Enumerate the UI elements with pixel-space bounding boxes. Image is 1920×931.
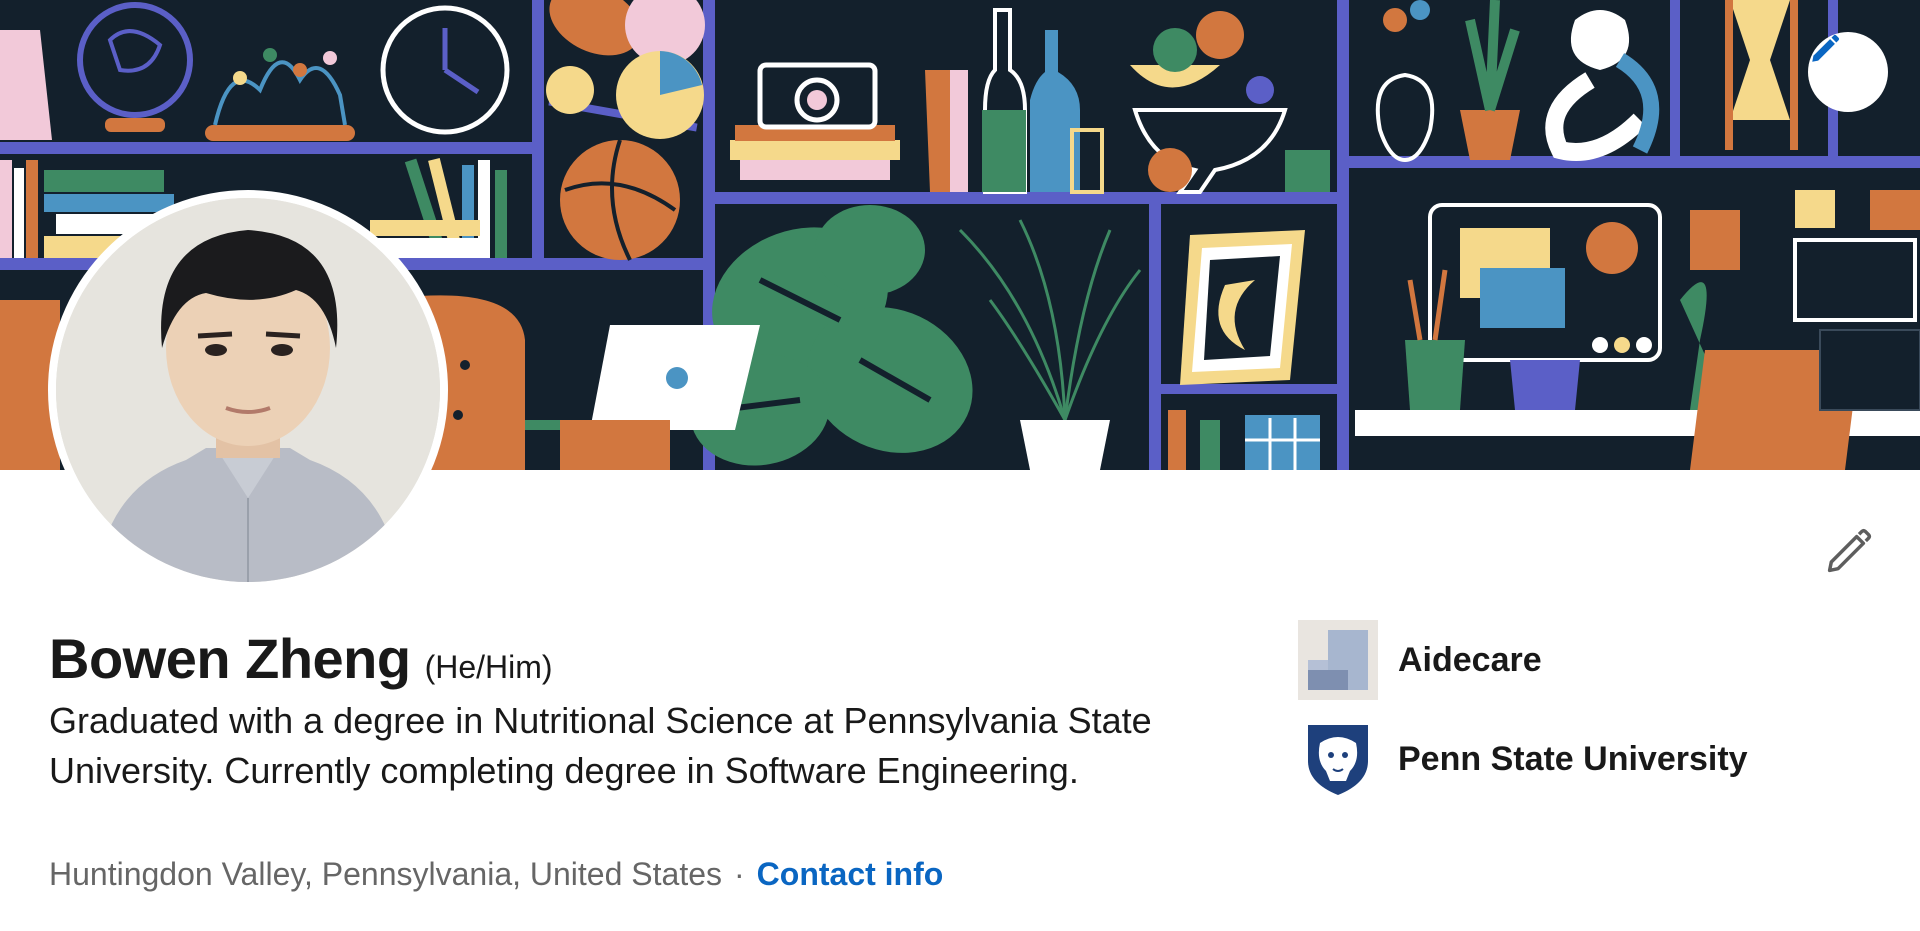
company-name: Aidecare <box>1398 640 1542 679</box>
education-penn-state[interactable]: Penn State University <box>1298 719 1748 799</box>
profile-photo[interactable] <box>48 190 448 590</box>
penn-state-shield-icon <box>1298 719 1378 799</box>
pencil-icon <box>1812 34 1840 62</box>
aidecare-logo-icon <box>1298 620 1378 700</box>
profile-card: Bowen Zheng (He/Him) Graduated with a de… <box>0 0 1920 931</box>
profile-photo-image <box>56 198 440 582</box>
contact-info-link[interactable]: Contact info <box>757 856 944 893</box>
current-company-aidecare[interactable]: Aidecare <box>1298 620 1542 700</box>
profile-pronouns: (He/Him) <box>424 649 553 685</box>
name-row: Bowen Zheng (He/Him) <box>49 626 553 691</box>
profile-name: Bowen Zheng <box>49 627 411 690</box>
pencil-icon <box>1827 528 1872 573</box>
profile-headline: Graduated with a degree in Nutritional S… <box>49 700 1152 791</box>
separator-dot: · <box>734 856 745 892</box>
profile-location: Huntingdon Valley, Pennsylvania, United … <box>49 856 722 892</box>
school-name: Penn State University <box>1398 739 1748 778</box>
edit-background-button[interactable] <box>1808 32 1888 112</box>
location-row: Huntingdon Valley, Pennsylvania, United … <box>49 856 943 893</box>
edit-intro-button[interactable] <box>1816 520 1880 584</box>
